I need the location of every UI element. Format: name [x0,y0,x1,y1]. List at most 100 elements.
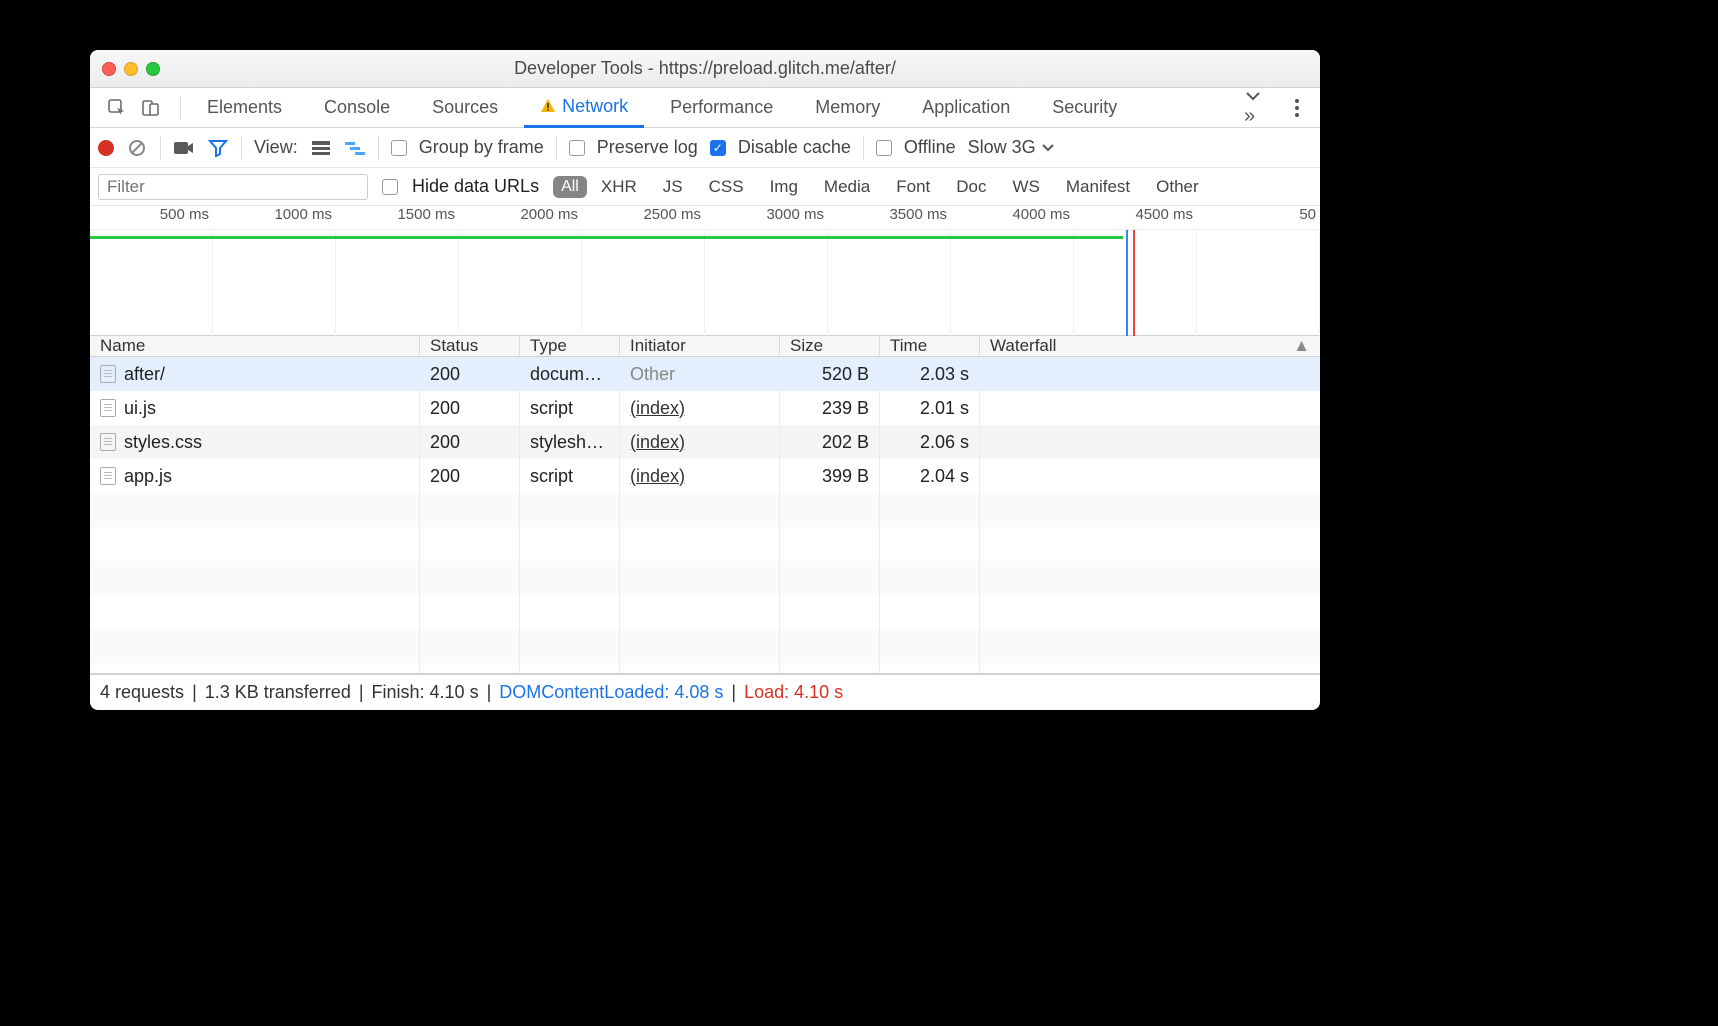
initiator-link[interactable]: (index) [630,466,685,486]
cell-name: app.js [90,459,420,493]
preserve-log-checkbox[interactable] [569,140,585,156]
tab-console[interactable]: Console [308,88,406,128]
col-type[interactable]: Type [520,336,620,356]
filter-type-all[interactable]: All [553,176,587,198]
panel-tabs: ElementsConsoleSourcesNetworkPerformance… [90,88,1320,128]
timeline-dcl-marker [1126,230,1128,336]
table-row[interactable]: after/200docum…Other520 B2.03 s [90,357,1320,391]
inspect-element-icon[interactable] [106,97,128,119]
status-bar: 4 requests| 1.3 KB transferred| Finish: … [90,674,1320,710]
col-size[interactable]: Size [780,336,880,356]
network-toolbar: View: Group by frame Preserve log ✓ Disa… [90,128,1320,168]
table-row-empty [90,663,1320,674]
window-title: Developer Tools - https://preload.glitch… [90,58,1320,79]
filter-type-doc[interactable]: Doc [956,177,986,197]
titlebar: Developer Tools - https://preload.glitch… [90,50,1320,88]
cell-waterfall [980,459,1320,493]
filter-type-xhr[interactable]: XHR [601,177,637,197]
tab-security[interactable]: Security [1036,88,1133,128]
cell-waterfall [980,425,1320,459]
settings-kebab-icon[interactable] [1282,98,1312,118]
status-finish: Finish: 4.10 s [372,682,479,703]
offline-checkbox[interactable] [876,140,892,156]
cell-time: 2.03 s [880,357,980,391]
filter-input[interactable] [98,174,368,200]
col-status[interactable]: Status [420,336,520,356]
hide-data-urls-checkbox[interactable] [382,179,398,195]
filter-type-img[interactable]: Img [770,177,798,197]
status-dcl: DOMContentLoaded: 4.08 s [499,682,723,703]
cell-initiator: Other [620,357,780,391]
table-row-empty [90,561,1320,595]
throttling-value: Slow 3G [968,137,1036,158]
table-row-empty [90,527,1320,561]
cell-name: styles.css [90,425,420,459]
filter-icon[interactable] [207,137,229,159]
initiator-link[interactable]: (index) [630,432,685,452]
tab-elements[interactable]: Elements [191,88,298,128]
large-rows-icon[interactable] [310,137,332,159]
cell-type: stylesh… [520,425,620,459]
camera-icon[interactable] [173,137,195,159]
filter-type-ws[interactable]: WS [1013,177,1040,197]
table-row-empty [90,629,1320,663]
requests-table: Name Status Type Initiator Size Time Wat… [90,336,1320,674]
timeline-ticks: 500 ms1000 ms1500 ms2000 ms2500 ms3000 m… [90,206,1320,230]
timeline-tick: 4000 ms [951,206,1074,229]
status-load: Load: 4.10 s [744,682,843,703]
timeline-tick: 2500 ms [582,206,705,229]
cell-time: 2.04 s [880,459,980,493]
tab-performance[interactable]: Performance [654,88,789,128]
record-button[interactable] [98,140,114,156]
tab-sources[interactable]: Sources [416,88,514,128]
filter-type-media[interactable]: Media [824,177,870,197]
timeline-tick: 50 [1197,206,1320,229]
cell-waterfall [980,357,1320,391]
group-by-frame-label: Group by frame [419,137,544,158]
cell-type: script [520,391,620,425]
cell-size: 202 B [780,425,880,459]
col-name[interactable]: Name [90,336,420,356]
filter-type-manifest[interactable]: Manifest [1066,177,1130,197]
table-row[interactable]: styles.css200stylesh…(index)202 B2.06 s [90,425,1320,459]
col-time[interactable]: Time [880,336,980,356]
filter-type-css[interactable]: CSS [709,177,744,197]
timeline-tick: 4500 ms [1074,206,1197,229]
timeline-tick: 1500 ms [336,206,459,229]
tab-application[interactable]: Application [906,88,1026,128]
disable-cache-checkbox[interactable]: ✓ [710,140,726,156]
tab-memory[interactable]: Memory [799,88,896,128]
clear-icon[interactable] [126,137,148,159]
table-row-empty [90,493,1320,527]
disable-cache-label: Disable cache [738,137,851,158]
cell-name: ui.js [90,391,420,425]
offline-label: Offline [904,137,956,158]
filter-type-js[interactable]: JS [663,177,683,197]
device-toolbar-icon[interactable] [140,97,162,119]
timeline-tick: 1000 ms [213,206,336,229]
cell-size: 239 B [780,391,880,425]
initiator-link[interactable]: (index) [630,398,685,418]
filter-type-other[interactable]: Other [1156,177,1199,197]
devtools-window: Developer Tools - https://preload.glitch… [90,50,1320,710]
table-row[interactable]: app.js200script(index)399 B2.04 s [90,459,1320,493]
group-by-frame-checkbox[interactable] [391,140,407,156]
timeline-tick: 3500 ms [828,206,951,229]
tabs-overflow-button[interactable]: » [1234,87,1272,128]
document-icon [100,433,116,451]
throttling-select[interactable]: Slow 3G [968,137,1054,158]
timeline-overview[interactable]: 500 ms1000 ms1500 ms2000 ms2500 ms3000 m… [90,206,1320,336]
chevron-down-icon [1042,144,1054,152]
waterfall-view-icon[interactable] [344,137,366,159]
table-row[interactable]: ui.js200script(index)239 B2.01 s [90,391,1320,425]
tab-network[interactable]: Network [524,88,644,128]
cell-type: docum… [520,357,620,391]
cell-status: 200 [420,357,520,391]
cell-time: 2.06 s [880,425,980,459]
filter-type-font[interactable]: Font [896,177,930,197]
col-initiator[interactable]: Initiator [620,336,780,356]
view-label: View: [254,137,298,158]
document-icon [100,399,116,417]
col-waterfall[interactable]: Waterfall▲ [980,336,1320,356]
cell-initiator: (index) [620,425,780,459]
